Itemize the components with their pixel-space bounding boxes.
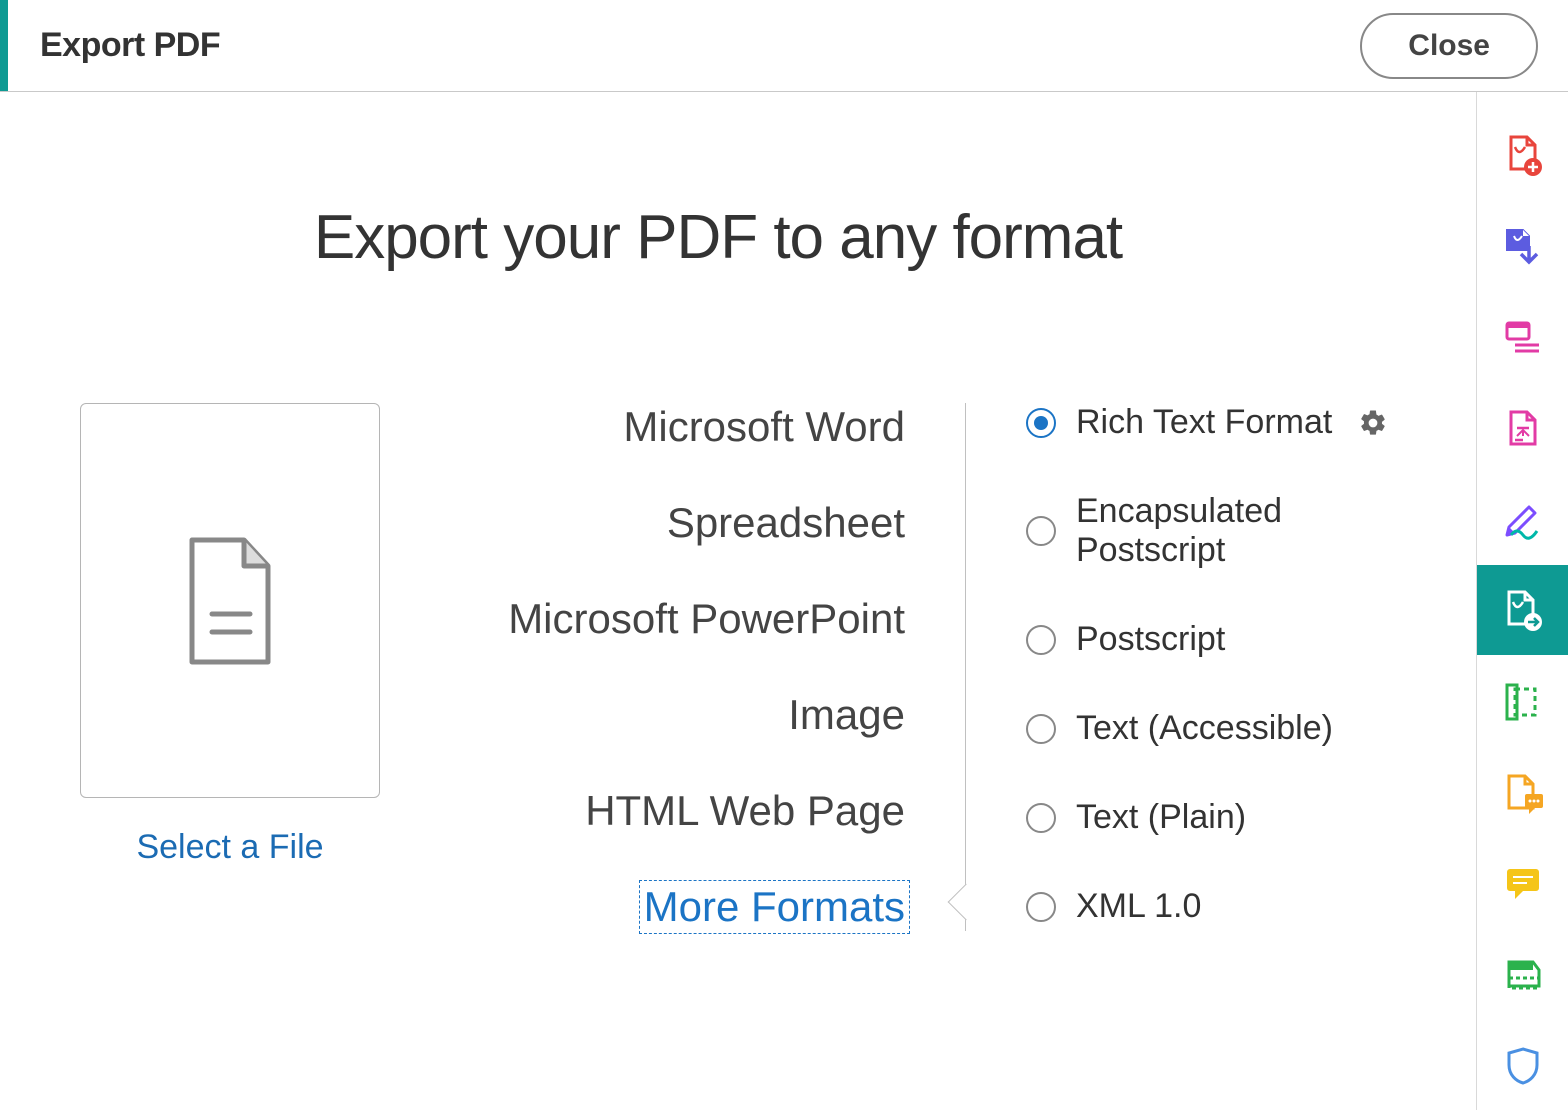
header-accent bbox=[0, 0, 8, 91]
tool-rail bbox=[1476, 92, 1568, 1110]
option-rtf[interactable]: Rich Text Format bbox=[1026, 403, 1426, 442]
format-options-list: Rich Text Format Encapsulated Postscript… bbox=[966, 403, 1426, 931]
option-text-plain[interactable]: Text (Plain) bbox=[1026, 798, 1426, 837]
protect-icon[interactable] bbox=[1477, 1019, 1568, 1110]
category-image[interactable]: Image bbox=[788, 691, 905, 739]
radio-icon bbox=[1026, 625, 1056, 655]
radio-icon bbox=[1026, 803, 1056, 833]
main-heading: Export your PDF to any format bbox=[50, 202, 1426, 273]
option-label: Text (Plain) bbox=[1076, 798, 1246, 837]
crop-icon[interactable] bbox=[1477, 655, 1568, 746]
organize-pages-icon[interactable] bbox=[1477, 292, 1568, 383]
radio-icon bbox=[1026, 714, 1056, 744]
category-word[interactable]: Microsoft Word bbox=[623, 403, 905, 451]
edit-pdf-icon[interactable] bbox=[1477, 383, 1568, 474]
option-label: Encapsulated Postscript bbox=[1076, 492, 1426, 570]
file-drop-zone[interactable] bbox=[80, 403, 380, 798]
page-title: Export PDF bbox=[0, 26, 220, 65]
file-select-column: Select a File bbox=[50, 403, 410, 931]
document-icon bbox=[180, 536, 280, 666]
comment-icon[interactable] bbox=[1477, 746, 1568, 837]
scan-icon[interactable] bbox=[1477, 928, 1568, 1019]
category-html[interactable]: HTML Web Page bbox=[585, 787, 905, 835]
header-bar: Export PDF Close bbox=[0, 0, 1568, 92]
option-eps[interactable]: Encapsulated Postscript bbox=[1026, 492, 1426, 570]
combine-files-icon[interactable] bbox=[1477, 201, 1568, 292]
option-label: Postscript bbox=[1076, 620, 1225, 659]
close-button[interactable]: Close bbox=[1360, 13, 1538, 79]
radio-icon bbox=[1026, 408, 1056, 438]
option-text-accessible[interactable]: Text (Accessible) bbox=[1026, 709, 1426, 748]
option-postscript[interactable]: Postscript bbox=[1026, 620, 1426, 659]
radio-icon bbox=[1026, 892, 1056, 922]
select-file-link[interactable]: Select a File bbox=[136, 828, 323, 867]
option-xml[interactable]: XML 1.0 bbox=[1026, 887, 1426, 926]
category-list: Microsoft Word Spreadsheet Microsoft Pow… bbox=[410, 403, 966, 931]
chat-icon[interactable] bbox=[1477, 837, 1568, 928]
create-pdf-icon[interactable] bbox=[1477, 110, 1568, 201]
option-label: Rich Text Format bbox=[1076, 403, 1332, 442]
sign-icon[interactable] bbox=[1477, 474, 1568, 565]
category-more-formats[interactable]: More Formats bbox=[639, 880, 910, 934]
gear-icon[interactable] bbox=[1358, 408, 1388, 438]
export-pdf-icon[interactable] bbox=[1477, 565, 1568, 656]
option-label: Text (Accessible) bbox=[1076, 709, 1333, 748]
radio-icon bbox=[1026, 516, 1056, 546]
option-label: XML 1.0 bbox=[1076, 887, 1201, 926]
category-powerpoint[interactable]: Microsoft PowerPoint bbox=[508, 595, 905, 643]
category-spreadsheet[interactable]: Spreadsheet bbox=[667, 499, 905, 547]
main-panel: Export your PDF to any format Select a F… bbox=[0, 92, 1476, 1110]
